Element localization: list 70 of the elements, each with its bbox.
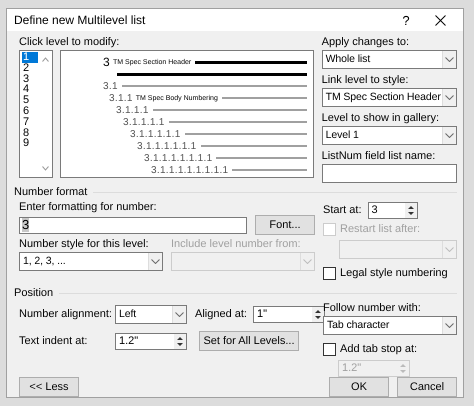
chevron-down-icon (445, 133, 454, 138)
chevron-down-icon (445, 247, 454, 252)
number-alignment-select[interactable]: Left (115, 305, 187, 324)
preview-number: 3.1.1.1.1.1.1.1 (144, 152, 212, 164)
level-item[interactable]: 9 (22, 138, 38, 150)
section-title: Position (14, 287, 54, 300)
scroll-down-icon[interactable] (42, 166, 49, 171)
gallery-level-select[interactable]: Level 1 (322, 126, 457, 145)
window-title: Define new Multilevel list (14, 14, 146, 26)
aligned-at-spinner[interactable]: 1" (252, 306, 325, 323)
help-button[interactable]: ? (389, 9, 423, 31)
preview-number: 3.1.1.1.1.1.1 (137, 140, 197, 152)
field-label: Number style for this level: (19, 238, 150, 251)
preview-number: 3.1.1.1 (116, 104, 149, 116)
field-label: Number alignment: (19, 308, 109, 321)
cancel-button[interactable]: Cancel (397, 377, 457, 397)
level-item[interactable]: 5 (22, 95, 38, 106)
level-list[interactable]: 1 2 3 4 5 6 7 8 9 (19, 50, 53, 178)
chevron-down-icon (445, 323, 454, 328)
field-label: Start at: (323, 204, 362, 217)
link-style-select[interactable]: TM Spec Section Header (322, 88, 457, 107)
checkbox-label: Legal style numbering (340, 267, 448, 280)
level-item[interactable]: 4 (22, 84, 38, 96)
close-icon (434, 14, 446, 26)
ok-button[interactable]: OK (329, 377, 389, 397)
field-label: ListNum field list name: (322, 150, 436, 163)
section-title: Number format (14, 186, 88, 199)
field-label: Apply changes to: (322, 36, 410, 49)
start-at-spinner[interactable]: 3 (368, 202, 418, 219)
preview-number: 3.1 (103, 80, 118, 92)
number-format-value: 3 (22, 218, 30, 232)
chevron-down-icon (151, 259, 160, 264)
preview-number: 3.1.1 (109, 92, 133, 104)
level-item[interactable]: 8 (22, 128, 38, 138)
preview-number: 3 (103, 56, 110, 68)
field-label: Follow number with: (323, 302, 422, 315)
number-format-field[interactable]: 3 (19, 216, 247, 234)
level-item[interactable]: 3 (22, 74, 38, 84)
chevron-down-icon (445, 57, 454, 62)
less-button[interactable]: << Less (19, 377, 79, 397)
field-label: Text indent at: (19, 334, 88, 348)
chevron-down-icon (445, 95, 454, 100)
field-label: Include level number from: (171, 238, 302, 251)
checkbox-label: Add tab stop at: (340, 343, 418, 356)
level-item[interactable]: 2 (22, 62, 38, 74)
set-all-levels-button[interactable]: Set for All Levels... (199, 331, 299, 351)
field-label: Enter formatting for number: (19, 201, 158, 214)
checkbox-label: Restart list after: (340, 223, 420, 236)
checkbox[interactable] (323, 343, 336, 356)
chevron-down-icon (175, 312, 184, 317)
font-button[interactable]: Font... (255, 215, 315, 235)
restart-after-select[interactable] (339, 240, 457, 259)
preview-number: 3.1.1.1.1 (123, 116, 165, 128)
level-item[interactable]: 1 (22, 52, 38, 63)
field-label: Aligned at: (195, 308, 247, 321)
text-indent-spinner[interactable]: 1.2" (115, 332, 187, 350)
listnum-name-field[interactable] (322, 164, 457, 183)
scroll-up-icon[interactable] (42, 57, 49, 62)
apply-changes-select[interactable]: Whole list (322, 50, 457, 69)
level-item[interactable]: 7 (22, 116, 38, 128)
preview-number: 3.1.1.1.1.1 (130, 128, 181, 140)
field-label: Level to show in gallery: (322, 112, 440, 125)
checkbox[interactable] (323, 267, 336, 280)
follow-number-select[interactable]: Tab character (323, 316, 457, 335)
level-item[interactable]: 6 (22, 106, 38, 117)
field-label: Link level to style: (322, 74, 410, 87)
field-label: Click level to modify: (19, 36, 120, 49)
preview-number: 3.1.1.1.1.1.1.1.1 (151, 164, 228, 176)
number-style-select[interactable]: 1, 2, 3, ... (19, 252, 163, 271)
chevron-down-icon (303, 259, 312, 264)
